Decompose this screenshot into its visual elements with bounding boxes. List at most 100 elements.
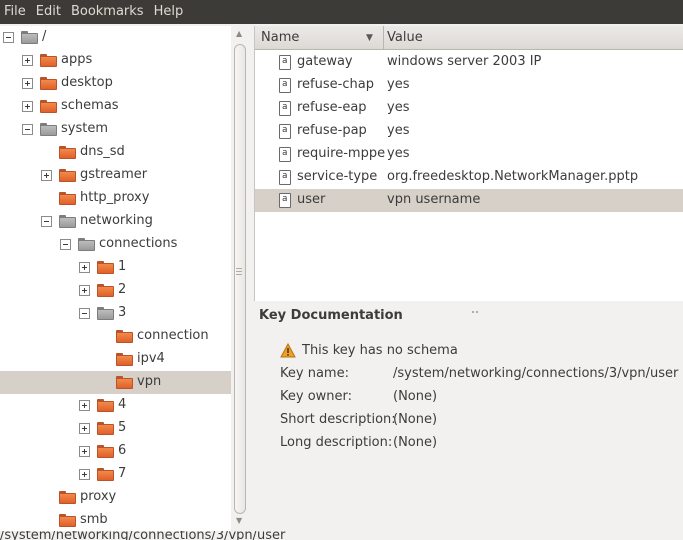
tree-item-label: ipv4 <box>137 351 165 366</box>
key-value[interactable]: yes <box>387 77 409 92</box>
collapse-icon[interactable] <box>3 32 14 43</box>
tree-item-apps[interactable]: apps <box>0 49 231 72</box>
folder-icon <box>59 146 76 159</box>
tree-item-label: 5 <box>118 420 127 435</box>
menubar: File Edit Bookmarks Help <box>0 0 683 24</box>
key-value[interactable]: yes <box>387 100 409 115</box>
folder-icon <box>59 192 76 205</box>
no-schema-warning: This key has no schema <box>302 343 458 358</box>
collapse-icon[interactable] <box>79 308 90 319</box>
key-row-require-mppe[interactable]: require-mppeyes <box>255 143 683 166</box>
statusbar-path: /system/networking/connections/3/vpn/use… <box>0 531 286 540</box>
pane-divider-grip-icon[interactable] <box>236 268 242 278</box>
folder-icon <box>59 169 76 182</box>
tree-item-3[interactable]: 3 <box>0 302 231 325</box>
tree-item-smb[interactable]: smb <box>0 509 231 531</box>
key-document-icon <box>279 55 291 70</box>
tree-item-6[interactable]: 6 <box>0 440 231 463</box>
expand-icon[interactable] <box>79 446 90 457</box>
column-header-name[interactable]: Name <box>261 30 299 45</box>
documentation-title: Key Documentation <box>259 308 403 323</box>
collapse-icon[interactable] <box>41 216 52 227</box>
tree-item-label: connections <box>99 236 178 251</box>
scroll-up-arrow-icon[interactable]: ▲ <box>236 29 242 38</box>
folder-icon <box>59 491 76 504</box>
tree-item-5[interactable]: 5 <box>0 417 231 440</box>
expand-icon[interactable] <box>79 285 90 296</box>
long-description-label: Long description: <box>280 435 393 450</box>
tree-item-label: 4 <box>118 397 127 412</box>
menu-file[interactable]: File <box>0 0 31 24</box>
tree-item-label: networking <box>80 213 153 228</box>
tree-scrollbar[interactable]: ▲ ▼ <box>231 26 249 531</box>
key-row-gateway[interactable]: gateway windows server 2003 IP <box>255 51 683 74</box>
key-owner-label: Key owner: <box>280 389 353 404</box>
key-row-refuse-chap[interactable]: refuse-chap yes <box>255 74 683 97</box>
tree-item-networking[interactable]: networking <box>0 210 231 233</box>
tree-item-7[interactable]: 7 <box>0 463 231 486</box>
key-name: require-mppe <box>297 146 386 161</box>
menu-bookmarks[interactable]: Bookmarks <box>66 0 149 24</box>
menu-help[interactable]: Help <box>149 0 189 24</box>
key-row-user[interactable]: user vpn username <box>255 189 683 212</box>
tree-item-dnssd[interactable]: dns_sd <box>0 141 231 164</box>
expand-icon[interactable] <box>79 400 90 411</box>
folder-icon <box>40 123 57 136</box>
column-separator[interactable] <box>383 26 384 50</box>
tree-item-label: / <box>42 29 47 44</box>
key-row-refuse-eap[interactable]: refuse-eap yes <box>255 97 683 120</box>
expand-icon[interactable] <box>22 78 33 89</box>
expand-icon[interactable] <box>79 469 90 480</box>
key-value[interactable]: org.freedesktop.NetworkManager.pptp <box>387 169 638 184</box>
expand-icon[interactable] <box>22 101 33 112</box>
tree-item-label: 6 <box>118 443 127 458</box>
column-header-value[interactable]: Value <box>387 30 423 45</box>
menu-edit[interactable]: Edit <box>31 0 66 24</box>
expand-icon[interactable] <box>41 170 52 181</box>
expand-icon[interactable] <box>79 423 90 434</box>
key-name: user <box>297 192 326 207</box>
key-document-icon <box>279 101 291 116</box>
tree-item-label: 7 <box>118 466 127 481</box>
key-list[interactable]: Name ▼ Value gateway windows server 2003 … <box>254 26 683 301</box>
folder-icon <box>97 422 114 435</box>
scroll-down-arrow-icon[interactable]: ▼ <box>236 516 242 525</box>
collapse-icon[interactable] <box>60 239 71 250</box>
tree-item-4[interactable]: 4 <box>0 394 231 417</box>
key-row-service-type[interactable]: service-type org.freedesktop.NetworkManag… <box>255 166 683 189</box>
folder-icon <box>21 31 38 44</box>
key-value[interactable]: vpn username <box>387 192 480 207</box>
tree-item-schemas[interactable]: schemas <box>0 95 231 118</box>
expand-icon[interactable] <box>22 55 33 66</box>
key-value[interactable]: yes <box>387 146 409 161</box>
tree-item-system[interactable]: system <box>0 118 231 141</box>
folder-icon <box>97 261 114 274</box>
key-row-refuse-pap[interactable]: refuse-pap yes <box>255 120 683 143</box>
expand-icon[interactable] <box>79 262 90 273</box>
collapse-icon[interactable] <box>22 124 33 135</box>
scrollbar-thumb[interactable] <box>234 44 246 514</box>
tree-item-vpn[interactable]: vpn <box>0 371 231 394</box>
tree-item-label: 2 <box>118 282 127 297</box>
tree-item-2[interactable]: 2 <box>0 279 231 302</box>
key-document-icon <box>279 170 291 185</box>
tree-item-proxy[interactable]: proxy <box>0 486 231 509</box>
folder-icon <box>116 376 133 389</box>
key-value[interactable]: windows server 2003 IP <box>387 54 541 69</box>
tree-item-desktop[interactable]: desktop <box>0 72 231 95</box>
tree-item-httpproxy[interactable]: http_proxy <box>0 187 231 210</box>
tree-item-1[interactable]: 1 <box>0 256 231 279</box>
tree-item-[interactable]: / <box>0 26 231 49</box>
folder-icon <box>116 353 133 366</box>
tree-item-connection[interactable]: connection <box>0 325 231 348</box>
tree-item-gstreamer[interactable]: gstreamer <box>0 164 231 187</box>
tree-item-ipv4[interactable]: ipv4 <box>0 348 231 371</box>
key-value[interactable]: yes <box>387 123 409 138</box>
tree-item-connections[interactable]: connections <box>0 233 231 256</box>
directory-tree[interactable]: / apps desktop schemas system dns_sd gstreamer… <box>0 26 231 531</box>
pane-divider-handle-icon[interactable] <box>472 302 482 313</box>
folder-icon <box>116 330 133 343</box>
folder-icon <box>59 514 76 527</box>
folder-icon <box>97 445 114 458</box>
key-name: refuse-pap <box>297 123 367 138</box>
